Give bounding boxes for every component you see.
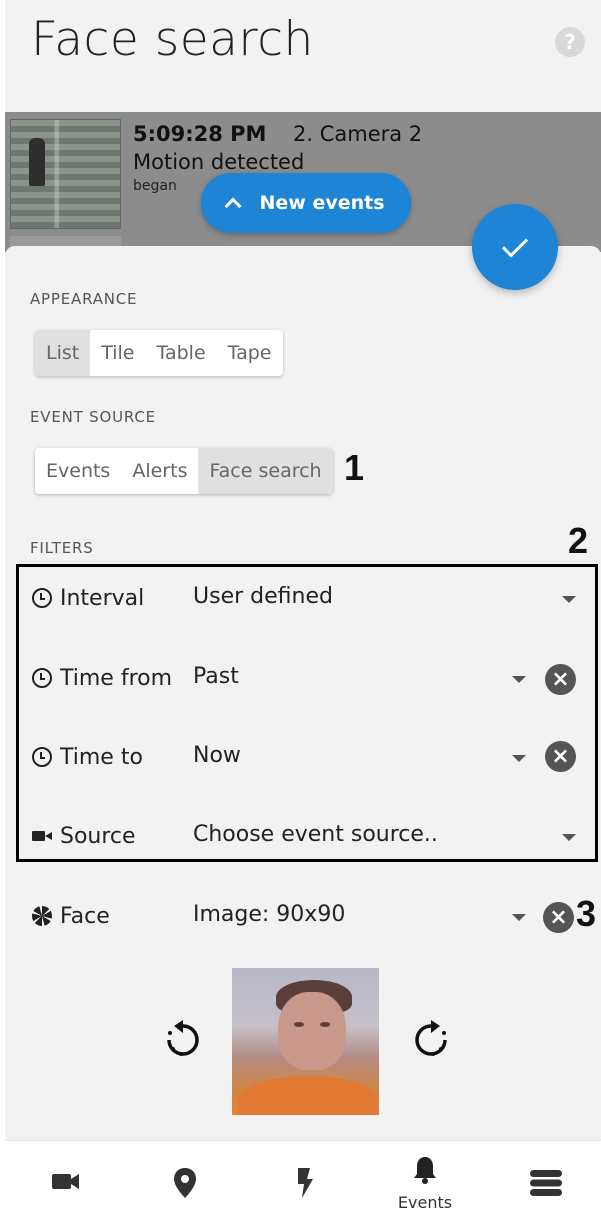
nav-item-events[interactable]: Events [385, 1141, 465, 1211]
clear-time-to-button[interactable]: × [545, 741, 576, 772]
map-pin-icon [174, 1168, 196, 1198]
chevron-down-icon[interactable] [512, 676, 526, 683]
annotation-marker-2: 2 [568, 520, 589, 561]
clear-time-from-button[interactable]: × [545, 664, 576, 695]
time-from-value[interactable]: Past [193, 664, 239, 689]
appearance-option-tape[interactable]: Tape [217, 330, 283, 376]
chevron-down-icon[interactable] [512, 914, 526, 921]
event-source-option-face-search[interactable]: Face search [198, 448, 333, 494]
time-from-label: Time from [60, 666, 173, 691]
server-icon [530, 1170, 562, 1196]
lightning-icon [298, 1168, 313, 1198]
filter-row-time-to[interactable]: Time to Now × [5, 739, 601, 779]
event-source-option-alerts[interactable]: Alerts [121, 448, 198, 494]
aperture-icon [32, 906, 52, 926]
face-value[interactable]: Image: 90x90 [193, 902, 345, 927]
event-thumbnail [10, 119, 121, 229]
bottom-nav: Events [5, 1141, 601, 1211]
apply-button[interactable] [472, 204, 558, 290]
page-title: Face search [31, 12, 314, 67]
appearance-selector: List Tile Table Tape [35, 330, 283, 376]
time-to-value[interactable]: Now [193, 743, 241, 768]
face-label: Face [60, 904, 110, 929]
rotate-right-icon[interactable] [409, 1018, 453, 1062]
clock-icon [32, 747, 52, 767]
chevron-down-icon[interactable] [562, 834, 576, 841]
event-source-label: EVENT SOURCE [30, 408, 156, 426]
event-camera: 2. Camera 2 [293, 122, 423, 146]
clock-icon [32, 588, 52, 608]
source-label: Source [60, 824, 136, 849]
event-source-selector: Events Alerts Face search [35, 448, 333, 494]
event-source-option-events[interactable]: Events [35, 448, 121, 494]
app: Face search ? 5:09:28 PM 2. Camera 2 Mot… [5, 0, 601, 1211]
appearance-option-table[interactable]: Table [146, 330, 217, 376]
event-type: Motion detected [133, 150, 305, 174]
header: Face search ? [5, 0, 601, 112]
event-time: 5:09:28 PM [133, 122, 267, 146]
nav-item-actions[interactable] [265, 1141, 345, 1211]
event-subtext: began [133, 178, 177, 194]
interval-value[interactable]: User defined [193, 584, 333, 609]
appearance-label: APPEARANCE [30, 290, 138, 308]
chevron-down-icon[interactable] [562, 596, 576, 603]
annotation-marker-1: 1 [344, 447, 365, 488]
appearance-option-list[interactable]: List [35, 330, 91, 376]
nav-item-map[interactable] [145, 1141, 225, 1211]
nav-label-events: Events [397, 1193, 453, 1211]
nav-item-menu[interactable] [505, 1141, 585, 1211]
face-image[interactable] [232, 968, 379, 1115]
chevron-up-icon [224, 197, 242, 215]
filter-row-face[interactable]: Face Image: 90x90 × [5, 898, 601, 938]
appearance-option-tile[interactable]: Tile [90, 330, 145, 376]
camera-icon [32, 826, 52, 846]
interval-label: Interval [60, 586, 145, 611]
clear-face-button[interactable]: × [543, 902, 574, 933]
filters-label: FILTERS [30, 539, 94, 557]
nav-item-cameras[interactable] [25, 1141, 105, 1211]
chevron-down-icon[interactable] [512, 755, 526, 762]
filter-row-source[interactable]: Source Choose event source.. [5, 818, 601, 858]
new-events-label: New events [259, 192, 385, 214]
clock-icon [32, 668, 52, 688]
help-icon[interactable]: ? [555, 27, 585, 57]
check-icon [501, 230, 529, 258]
new-events-button[interactable]: New events [201, 173, 411, 233]
time-to-label: Time to [60, 745, 143, 770]
bell-icon [414, 1157, 436, 1184]
filter-row-interval[interactable]: Interval User defined [5, 580, 601, 620]
filter-row-time-from[interactable]: Time from Past × [5, 660, 601, 700]
camera-icon [52, 1174, 79, 1189]
source-value[interactable]: Choose event source.. [193, 822, 438, 847]
annotation-marker-3: 3 [576, 893, 597, 934]
rotate-left-icon[interactable] [161, 1018, 205, 1062]
